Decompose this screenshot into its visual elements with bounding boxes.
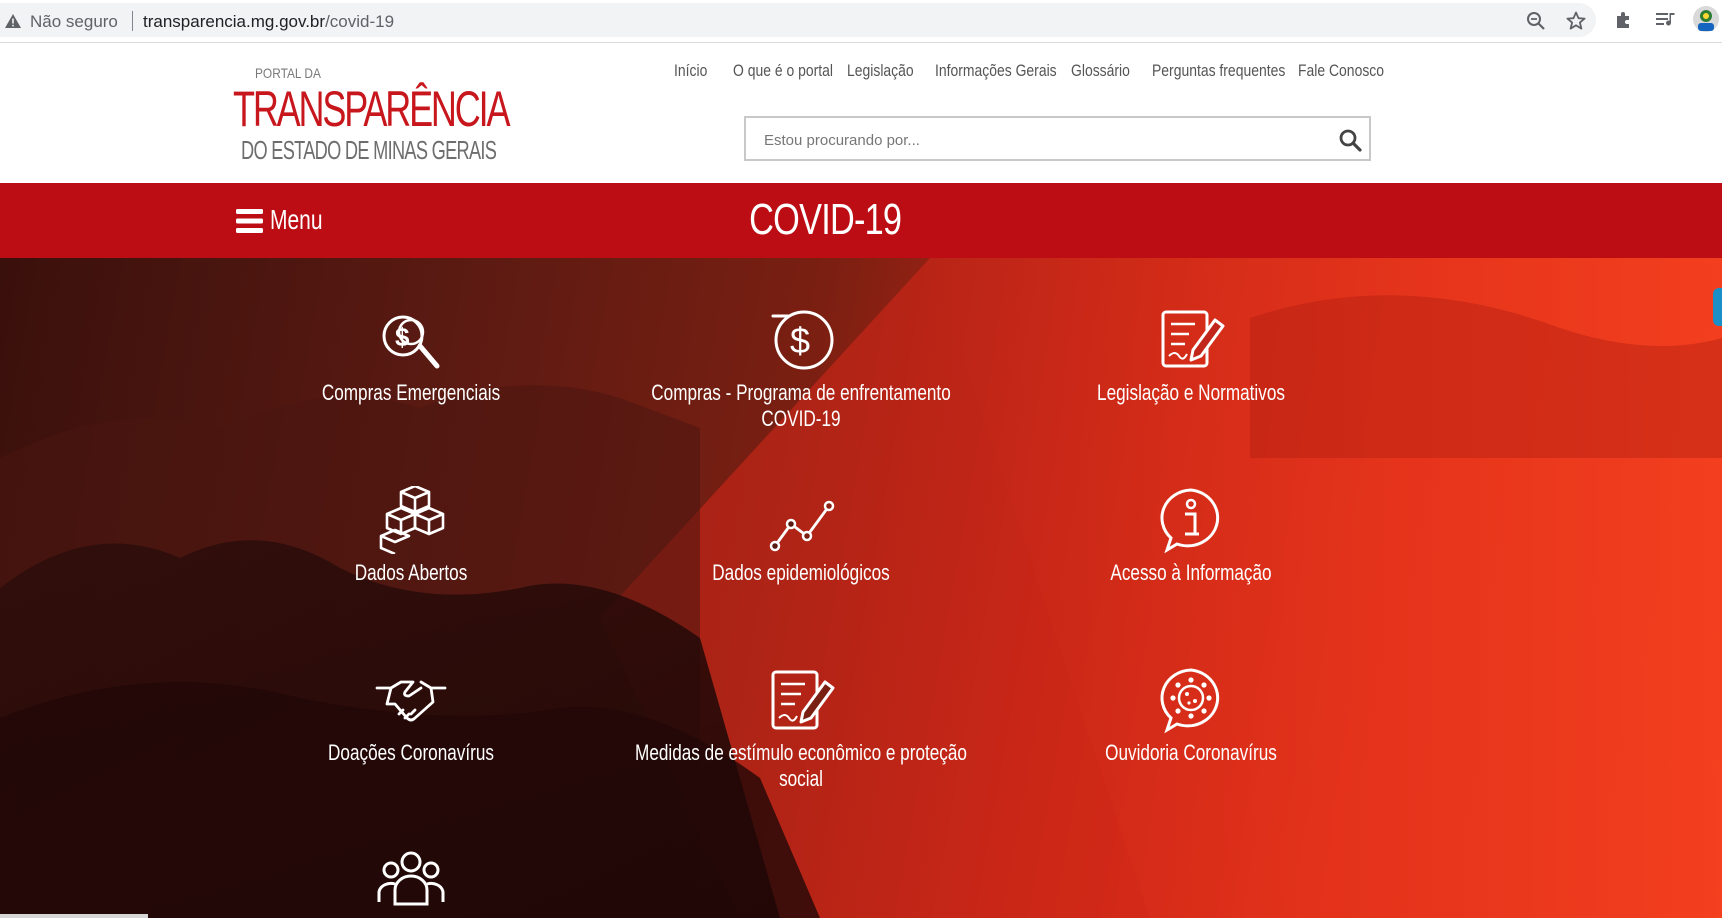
warning-icon[interactable] (5, 14, 21, 28)
virus-bubble-icon (1160, 668, 1220, 734)
tile-compras-emergenciais[interactable]: $ Compras Emergenciais (231, 306, 591, 406)
hero-section: $ Compras Emergenciais $ Compras - Progr… (0, 258, 1722, 918)
tile-doacoes-coronavirus[interactable]: Doações Coronavírus (231, 666, 591, 766)
side-tab-handle[interactable] (1713, 288, 1722, 326)
tile-label: Acesso à Informação (1110, 560, 1272, 585)
tile-label: Doações Coronavírus (328, 740, 494, 765)
url-separator (132, 11, 133, 31)
profile-avatar[interactable] (1692, 5, 1720, 33)
site-header: PORTAL DA TRANSPARÊNCIA DO ESTADO DE MIN… (0, 43, 1722, 183)
tile-label: Ouvidoria Coronavírus (1105, 740, 1277, 765)
section-band: Menu COVID-19 (0, 183, 1722, 258)
nav-item-o-que-e-o-portal[interactable]: O que é o portal (733, 61, 833, 81)
cubes-icon (379, 486, 445, 554)
tile-label: Dados Abertos (354, 560, 468, 585)
svg-text:$: $ (790, 320, 810, 361)
tile-label: Dados epidemiológicos (712, 560, 890, 585)
document-pen-icon (771, 670, 835, 730)
star-icon[interactable] (1566, 11, 1586, 31)
dollar-coin-icon: $ (771, 310, 834, 370)
line-chart-icon (769, 500, 835, 552)
page-title: COVID-19 (749, 195, 902, 244)
document-edit-icon (1161, 310, 1225, 368)
search-box (744, 116, 1371, 161)
people-group-icon (377, 851, 445, 906)
tile-label: Medidas de estímulo econômico e proteção… (635, 740, 967, 791)
tile-label: Compras Emergenciais (321, 380, 501, 405)
url-path: /covid-19 (325, 12, 395, 31)
tile-medidas-estimulo[interactable]: Medidas de estímulo econômico e proteção… (621, 666, 981, 792)
url-text[interactable]: transparencia.mg.gov.br/covid-19 (143, 12, 394, 32)
tile-compras-programa-covid[interactable]: $ Compras - Programa de enfrentamento CO… (621, 306, 981, 432)
tile-dados-epidemiologicos[interactable]: Dados epidemiológicos (621, 486, 981, 586)
info-bubble-icon (1160, 488, 1220, 554)
nav-item-informacoes-gerais[interactable]: Informações Gerais (935, 61, 1057, 81)
zoom-icon[interactable] (1526, 11, 1546, 31)
address-bar[interactable]: Não seguro transparencia.mg.gov.br/covid… (0, 3, 1596, 37)
tile-ouvidoria-coronavirus[interactable]: Ouvidoria Coronavírus (1011, 666, 1371, 766)
media-queue-icon[interactable] (1655, 10, 1677, 30)
tile-legislacao-normativos[interactable]: Legislação e Normativos (1011, 306, 1371, 406)
tile-group[interactable] (231, 848, 591, 918)
nav-item-glossario[interactable]: Glossário (1071, 61, 1130, 81)
url-host: transparencia.mg.gov.br (143, 12, 326, 31)
tile-label: Compras - Programa de enfrentamento COVI… (651, 380, 951, 431)
nav-item-perguntas-frequentes[interactable]: Perguntas frequentes (1152, 61, 1285, 81)
money-search-icon: $ (382, 315, 440, 369)
browser-toolbar: Não seguro transparencia.mg.gov.br/covid… (0, 0, 1722, 43)
page-load-indicator (0, 914, 148, 918)
logo-sub-text: DO ESTADO DE MINAS GERAIS (241, 135, 497, 165)
tile-dados-abertos[interactable]: Dados Abertos (231, 486, 591, 586)
extensions-icon[interactable] (1614, 10, 1634, 30)
svg-text:$: $ (395, 322, 410, 352)
handshake-icon (375, 680, 447, 722)
tile-label: Legislação e Normativos (1097, 380, 1285, 405)
top-navigation: Início O que é o portal Legislação Infor… (0, 61, 1722, 91)
security-label[interactable]: Não seguro (30, 12, 118, 32)
nav-item-fale-conosco[interactable]: Fale Conosco (1298, 61, 1384, 81)
tile-acesso-informacao[interactable]: Acesso à Informação (1011, 486, 1371, 586)
nav-item-inicio[interactable]: Início (674, 61, 707, 81)
nav-item-legislacao[interactable]: Legislação (847, 61, 914, 81)
search-input[interactable] (762, 128, 1306, 152)
search-icon[interactable] (1338, 128, 1362, 152)
